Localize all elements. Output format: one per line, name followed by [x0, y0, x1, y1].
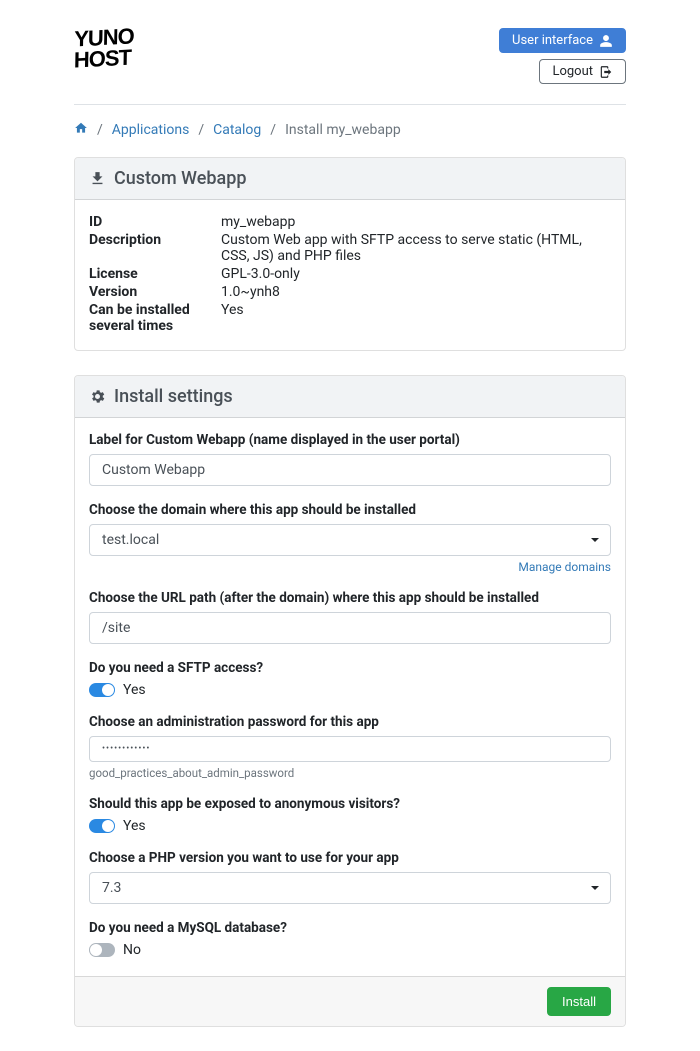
path-input[interactable] — [89, 612, 611, 644]
info-value: GPL-3.0-only — [221, 266, 611, 282]
mysql-toggle-label: No — [123, 942, 141, 958]
form-group-anonymous: Should this app be exposed to anonymous … — [89, 796, 611, 834]
app-info-card: Custom Webapp ID my_webapp Description C… — [74, 157, 626, 351]
info-label: ID — [89, 214, 221, 230]
domain-select[interactable]: test.local — [89, 524, 611, 556]
user-icon — [599, 34, 613, 48]
breadcrumb-sep: / — [198, 122, 204, 138]
info-row-version: Version 1.0~ynh8 — [89, 284, 611, 300]
form-group-path: Choose the URL path (after the domain) w… — [89, 590, 611, 644]
info-row-id: ID my_webapp — [89, 214, 611, 230]
php-select[interactable]: 7.3 — [89, 872, 611, 904]
info-label: Description — [89, 232, 221, 264]
breadcrumb-home[interactable] — [74, 121, 88, 139]
logout-label: Logout — [552, 64, 593, 79]
breadcrumb-current: Install my_webapp — [285, 122, 401, 138]
anonymous-toggle-label: Yes — [123, 818, 146, 834]
password-help: good_practices_about_admin_password — [89, 766, 611, 780]
info-label: Version — [89, 284, 221, 300]
anonymous-toggle[interactable] — [89, 819, 115, 833]
header: YUNOHOST User interface Logout — [74, 28, 626, 105]
form-group-label: Label for Custom Webapp (name displayed … — [89, 432, 611, 486]
label-field-label: Label for Custom Webapp (name displayed … — [89, 432, 611, 448]
anonymous-field-label: Should this app be exposed to anonymous … — [89, 796, 611, 812]
password-input[interactable] — [89, 736, 611, 762]
gear-icon — [89, 388, 106, 405]
info-label: License — [89, 266, 221, 282]
info-row-description: Description Custom Web app with SFTP acc… — [89, 232, 611, 264]
breadcrumb-sep: / — [97, 122, 103, 138]
install-button[interactable]: Install — [547, 987, 611, 1016]
path-field-label: Choose the URL path (after the domain) w… — [89, 590, 611, 606]
user-interface-label: User interface — [512, 33, 593, 48]
info-value: Custom Web app with SFTP access to serve… — [221, 232, 611, 264]
install-footer: Install — [75, 976, 625, 1026]
sftp-field-label: Do you need a SFTP access? — [89, 660, 611, 676]
install-settings-header: Install settings — [75, 376, 625, 418]
password-field-label: Choose an administration password for th… — [89, 714, 611, 730]
form-group-mysql: Do you need a MySQL database? No — [89, 920, 611, 958]
breadcrumb-applications[interactable]: Applications — [112, 122, 190, 138]
info-value: my_webapp — [221, 214, 611, 230]
info-value: 1.0~ynh8 — [221, 284, 611, 300]
user-interface-button[interactable]: User interface — [499, 28, 626, 53]
form-group-password: Choose an administration password for th… — [89, 714, 611, 780]
header-buttons: User interface Logout — [499, 28, 626, 84]
info-row-license: License GPL-3.0-only — [89, 266, 611, 282]
info-value: Yes — [221, 302, 611, 334]
app-info-header: Custom Webapp — [75, 158, 625, 200]
app-info-body: ID my_webapp Description Custom Web app … — [75, 200, 625, 350]
mysql-toggle[interactable] — [89, 943, 115, 957]
domain-field-label: Choose the domain where this app should … — [89, 502, 611, 518]
info-row-multi: Can be installed several times Yes — [89, 302, 611, 334]
manage-domains-link[interactable]: Manage domains — [89, 560, 611, 574]
install-button-label: Install — [562, 994, 596, 1009]
info-label: Can be installed several times — [89, 302, 221, 334]
app-title: Custom Webapp — [114, 168, 246, 189]
install-settings-body: Label for Custom Webapp (name displayed … — [75, 418, 625, 976]
form-group-domain: Choose the domain where this app should … — [89, 502, 611, 574]
sftp-toggle[interactable] — [89, 683, 115, 697]
logout-button[interactable]: Logout — [539, 59, 626, 84]
settings-title: Install settings — [114, 386, 233, 407]
form-group-php: Choose a PHP version you want to use for… — [89, 850, 611, 904]
logo: YUNOHOST — [74, 26, 134, 71]
sftp-toggle-label: Yes — [123, 682, 146, 698]
install-settings-card: Install settings Label for Custom Webapp… — [74, 375, 626, 1027]
label-input[interactable] — [89, 454, 611, 486]
php-field-label: Choose a PHP version you want to use for… — [89, 850, 611, 866]
breadcrumb-sep: / — [270, 122, 276, 138]
breadcrumb-catalog[interactable]: Catalog — [213, 122, 261, 138]
download-icon — [89, 170, 106, 187]
logout-icon — [599, 65, 613, 79]
breadcrumb: / Applications / Catalog / Install my_we… — [74, 121, 626, 139]
form-group-sftp: Do you need a SFTP access? Yes — [89, 660, 611, 698]
home-icon — [74, 121, 88, 135]
mysql-field-label: Do you need a MySQL database? — [89, 920, 611, 936]
